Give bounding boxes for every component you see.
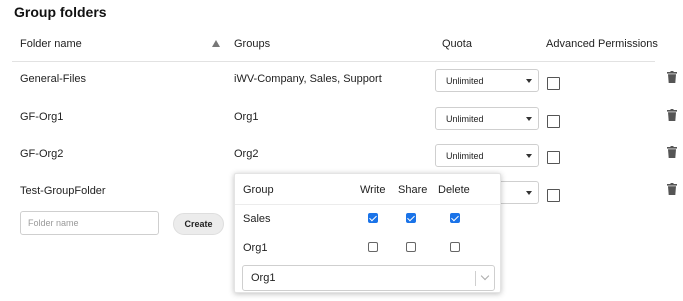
quota-value: Unlimited: [446, 113, 484, 124]
create-button[interactable]: Create: [173, 213, 224, 235]
header-quota: Quota: [442, 38, 472, 50]
chevron-down-icon[interactable]: [480, 271, 490, 281]
folder-name[interactable]: GF-Org2: [20, 148, 63, 160]
popover-group-name: Org1: [243, 242, 268, 254]
popover-group-name: Sales: [243, 213, 271, 225]
quota-select[interactable]: Unlimited: [435, 69, 539, 92]
folder-name[interactable]: Test-GroupFolder: [20, 185, 106, 197]
delete-checkbox[interactable]: [450, 242, 460, 252]
group-permissions-popover: Group Write Share Delete Sales Org1 Org1: [234, 173, 501, 293]
quota-select[interactable]: Unlimited: [435, 144, 539, 167]
advanced-permissions-checkbox[interactable]: [547, 151, 560, 164]
header-folder-name[interactable]: Folder name: [20, 38, 82, 50]
share-checkbox[interactable]: [406, 242, 416, 252]
delete-checkbox[interactable]: [450, 213, 460, 223]
chevron-down-icon: [526, 117, 532, 121]
trash-icon[interactable]: [667, 146, 677, 158]
trash-icon[interactable]: [667, 183, 677, 195]
share-checkbox[interactable]: [406, 213, 416, 223]
popover-header-share: Share: [398, 184, 428, 196]
write-checkbox[interactable]: [368, 242, 378, 252]
quota-value: Unlimited: [446, 150, 484, 161]
group-select-value: Org1: [251, 272, 276, 284]
chevron-down-icon: [526, 79, 532, 83]
trash-icon[interactable]: [667, 109, 677, 121]
chevron-down-icon: [526, 154, 532, 158]
write-checkbox[interactable]: [368, 213, 378, 223]
header-advanced-permissions: Advanced Permissions: [546, 38, 658, 50]
quota-value: Unlimited: [446, 75, 484, 86]
trash-icon[interactable]: [667, 71, 677, 83]
advanced-permissions-checkbox[interactable]: [547, 115, 560, 128]
popover-header-delete: Delete: [438, 184, 470, 196]
folder-name[interactable]: GF-Org1: [20, 111, 63, 123]
chevron-down-icon: [526, 191, 532, 195]
folder-groups[interactable]: Org1: [234, 111, 258, 123]
popover-header-group: Group: [243, 184, 274, 196]
page-title: Group folders: [14, 4, 107, 20]
folder-name-input[interactable]: [20, 211, 159, 235]
quota-select[interactable]: Unlimited: [435, 107, 539, 130]
popover-header-write: Write: [360, 184, 386, 196]
select-separator: [475, 271, 476, 286]
folder-groups[interactable]: Org2: [234, 148, 258, 160]
advanced-permissions-checkbox[interactable]: [547, 77, 560, 90]
folder-groups[interactable]: iWV-Company, Sales, Support: [234, 73, 382, 85]
popover-divider: [235, 204, 500, 205]
group-select[interactable]: Org1: [242, 265, 495, 291]
header-groups: Groups: [234, 38, 271, 50]
advanced-permissions-checkbox[interactable]: [547, 189, 560, 202]
folder-name[interactable]: General-Files: [20, 73, 86, 85]
sort-ascending-icon[interactable]: [212, 40, 220, 47]
header-divider: [12, 61, 655, 62]
